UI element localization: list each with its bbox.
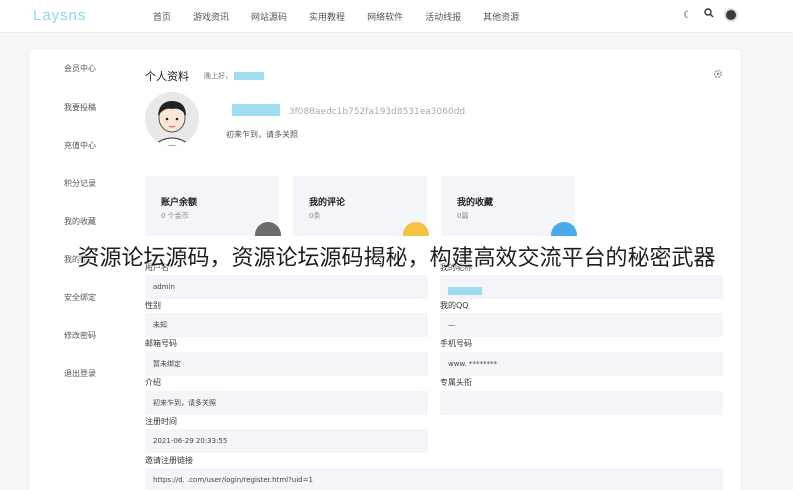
search-icon[interactable] (704, 8, 714, 23)
main-nav: 首页 游戏资讯 网站源码 实用教程 网络软件 活动线报 其他资源 (153, 10, 541, 23)
greeting: 晚上好， (204, 71, 265, 81)
stat-favorites-value: 0篇 (457, 212, 469, 220)
invite-label: 邀请注册链接 (145, 456, 193, 465)
user-avatar-small[interactable] (724, 8, 738, 22)
nav-events[interactable]: 活动线报 (425, 10, 461, 23)
nav-tutorials[interactable]: 实用教程 (309, 10, 345, 23)
user-id-row: 3f088aedc1b752fa193d8531ea3060dd (232, 104, 465, 117)
email-field[interactable]: 暂未绑定 (145, 352, 428, 376)
sidebar-item-submit[interactable]: 我要投稿 (30, 89, 130, 127)
page-title: 个人资料 (145, 70, 189, 83)
sidebar-item-member-center[interactable]: 会员中心 (30, 50, 130, 89)
sidebar-item-logout[interactable]: 退出登录 (30, 355, 130, 393)
nav-site-source[interactable]: 网站源码 (251, 10, 287, 23)
qq-field[interactable]: — (440, 313, 723, 337)
stat-favorites[interactable]: 我的收藏 0篇 (441, 176, 577, 236)
intro-label: 介绍 (145, 378, 161, 387)
star-icon (551, 222, 577, 236)
nav-other[interactable]: 其他资源 (483, 10, 519, 23)
greeting-text: 晚上好， (204, 72, 232, 80)
nav-home[interactable]: 首页 (153, 10, 171, 23)
nav-software[interactable]: 网络软件 (367, 10, 403, 23)
stat-comments[interactable]: 我的评论 0条 (293, 176, 429, 236)
email-label: 邮箱号码 (145, 339, 177, 348)
phone-field[interactable]: www. ******** (440, 352, 723, 376)
redacted-nickname-value (448, 287, 482, 295)
overlay-headline: 资源论坛源码，资源论坛源码揭秘，构建高效交流平台的秘密武器 (77, 246, 716, 271)
site-logo[interactable]: Laysns (33, 7, 87, 24)
sidebar-item-recharge[interactable]: 充值中心 (30, 127, 130, 165)
stat-comments-title: 我的评论 (309, 198, 346, 208)
username-field[interactable]: admin (145, 275, 428, 299)
sidebar-item-points[interactable]: 积分记录 (30, 165, 130, 203)
user-motto: 初来乍到，请多关照 (226, 130, 298, 139)
top-navbar: Laysns 首页 游戏资讯 网站源码 实用教程 网络软件 活动线报 其他资源 … (0, 0, 793, 33)
regtime-label: 注册时间 (145, 417, 177, 426)
sidebar-item-password[interactable]: 修改密码 (30, 317, 130, 355)
nav-game-news[interactable]: 游戏资讯 (193, 10, 229, 23)
title-badge-label: 专属头衔 (440, 378, 472, 387)
sidebar-item-security[interactable]: 安全绑定 (30, 279, 130, 317)
regtime-field: 2021-06-29 20:33:55 (145, 429, 428, 453)
invite-link-field[interactable]: https://d. .com/user/login/register.html… (145, 468, 723, 490)
gender-field[interactable]: 未知 (145, 313, 428, 337)
gender-label: 性别 (145, 301, 161, 310)
profile-avatar[interactable] (145, 92, 199, 146)
stat-favorites-title: 我的收藏 (457, 198, 494, 208)
dark-mode-icon[interactable]: ☾ (683, 9, 692, 23)
settings-icon[interactable] (713, 69, 723, 82)
comment-icon (403, 222, 429, 236)
nickname-field[interactable] (440, 275, 723, 299)
stat-balance-title: 账户余额 (161, 198, 198, 208)
user-id: 3f088aedc1b752fa193d8531ea3060dd (288, 107, 466, 117)
wallet-icon (255, 222, 281, 236)
redacted-username (234, 72, 265, 80)
phone-label: 手机号码 (440, 339, 472, 348)
stat-balance[interactable]: 账户余额 0 个金币 (145, 176, 281, 236)
sidebar-item-favorites[interactable]: 我的收藏 (30, 203, 130, 241)
intro-field[interactable]: 初来乍到，请多关照 (145, 391, 428, 415)
member-sidebar: 会员中心 我要投稿 充值中心 积分记录 我的收藏 我的账户 安全绑定 修改密码 … (30, 50, 130, 393)
stat-comments-value: 0条 (309, 212, 321, 220)
title-badge-field[interactable] (440, 391, 723, 415)
redacted-nickname (232, 104, 280, 116)
qq-label: 我的QQ (440, 301, 469, 310)
stat-balance-value: 0 个金币 (161, 212, 189, 220)
